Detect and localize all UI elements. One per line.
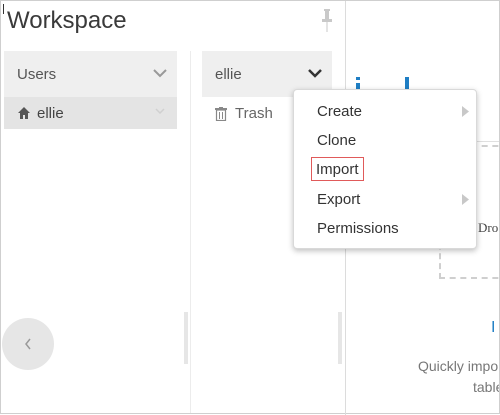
- column-divider: [190, 51, 191, 413]
- description-text: Quickly impo table: [418, 356, 499, 398]
- scrollbar[interactable]: [338, 312, 342, 364]
- chevron-down-icon: [155, 108, 165, 114]
- menu-item-import[interactable]: Import: [311, 157, 364, 181]
- home-icon: [18, 107, 30, 119]
- pin-icon[interactable]: [318, 8, 336, 34]
- menu-item-permissions[interactable]: Permissions: [317, 217, 399, 239]
- caret-right-icon: [462, 106, 469, 117]
- user-item-label: ellie: [37, 104, 64, 122]
- caret-right-icon: [462, 194, 469, 205]
- menu-item-export-label: Export: [317, 190, 361, 208]
- import-link[interactable]: I: [491, 319, 495, 337]
- menu-item-clone-label: Clone: [317, 131, 357, 149]
- trash-item[interactable]: Trash: [215, 105, 273, 122]
- menu-item-import-label: Import: [316, 160, 359, 178]
- workspace-title: Workspace: [7, 7, 127, 34]
- context-menu: Create Clone Import Export Permissions: [293, 89, 477, 249]
- description-line-1: Quickly impo: [418, 358, 499, 374]
- menu-item-create[interactable]: Create: [317, 100, 469, 122]
- menu-item-permissions-label: Permissions: [317, 219, 399, 237]
- menu-item-export[interactable]: Export: [317, 188, 469, 210]
- menu-item-create-label: Create: [317, 102, 363, 120]
- menu-item-clone[interactable]: Clone: [317, 129, 356, 151]
- chevron-down-icon[interactable]: [308, 68, 322, 78]
- users-column-header[interactable]: Users: [4, 51, 177, 97]
- drop-zone-label: Dro: [478, 220, 499, 235]
- description-line-2: table: [473, 379, 499, 395]
- scrollbar[interactable]: [184, 312, 188, 364]
- users-header-label: Users: [17, 65, 57, 83]
- trash-label: Trash: [235, 105, 273, 122]
- trash-icon: [215, 106, 227, 121]
- back-button[interactable]: [2, 318, 54, 370]
- ellie-header-label: ellie: [215, 65, 242, 83]
- user-item-ellie[interactable]: ellie: [4, 97, 177, 129]
- workspace-panel: Workspace Users ellie ellie Trash Dro I …: [0, 0, 500, 415]
- text-cursor: [3, 4, 4, 14]
- chevron-left-icon: [25, 338, 31, 350]
- chevron-down-icon[interactable]: [153, 68, 167, 78]
